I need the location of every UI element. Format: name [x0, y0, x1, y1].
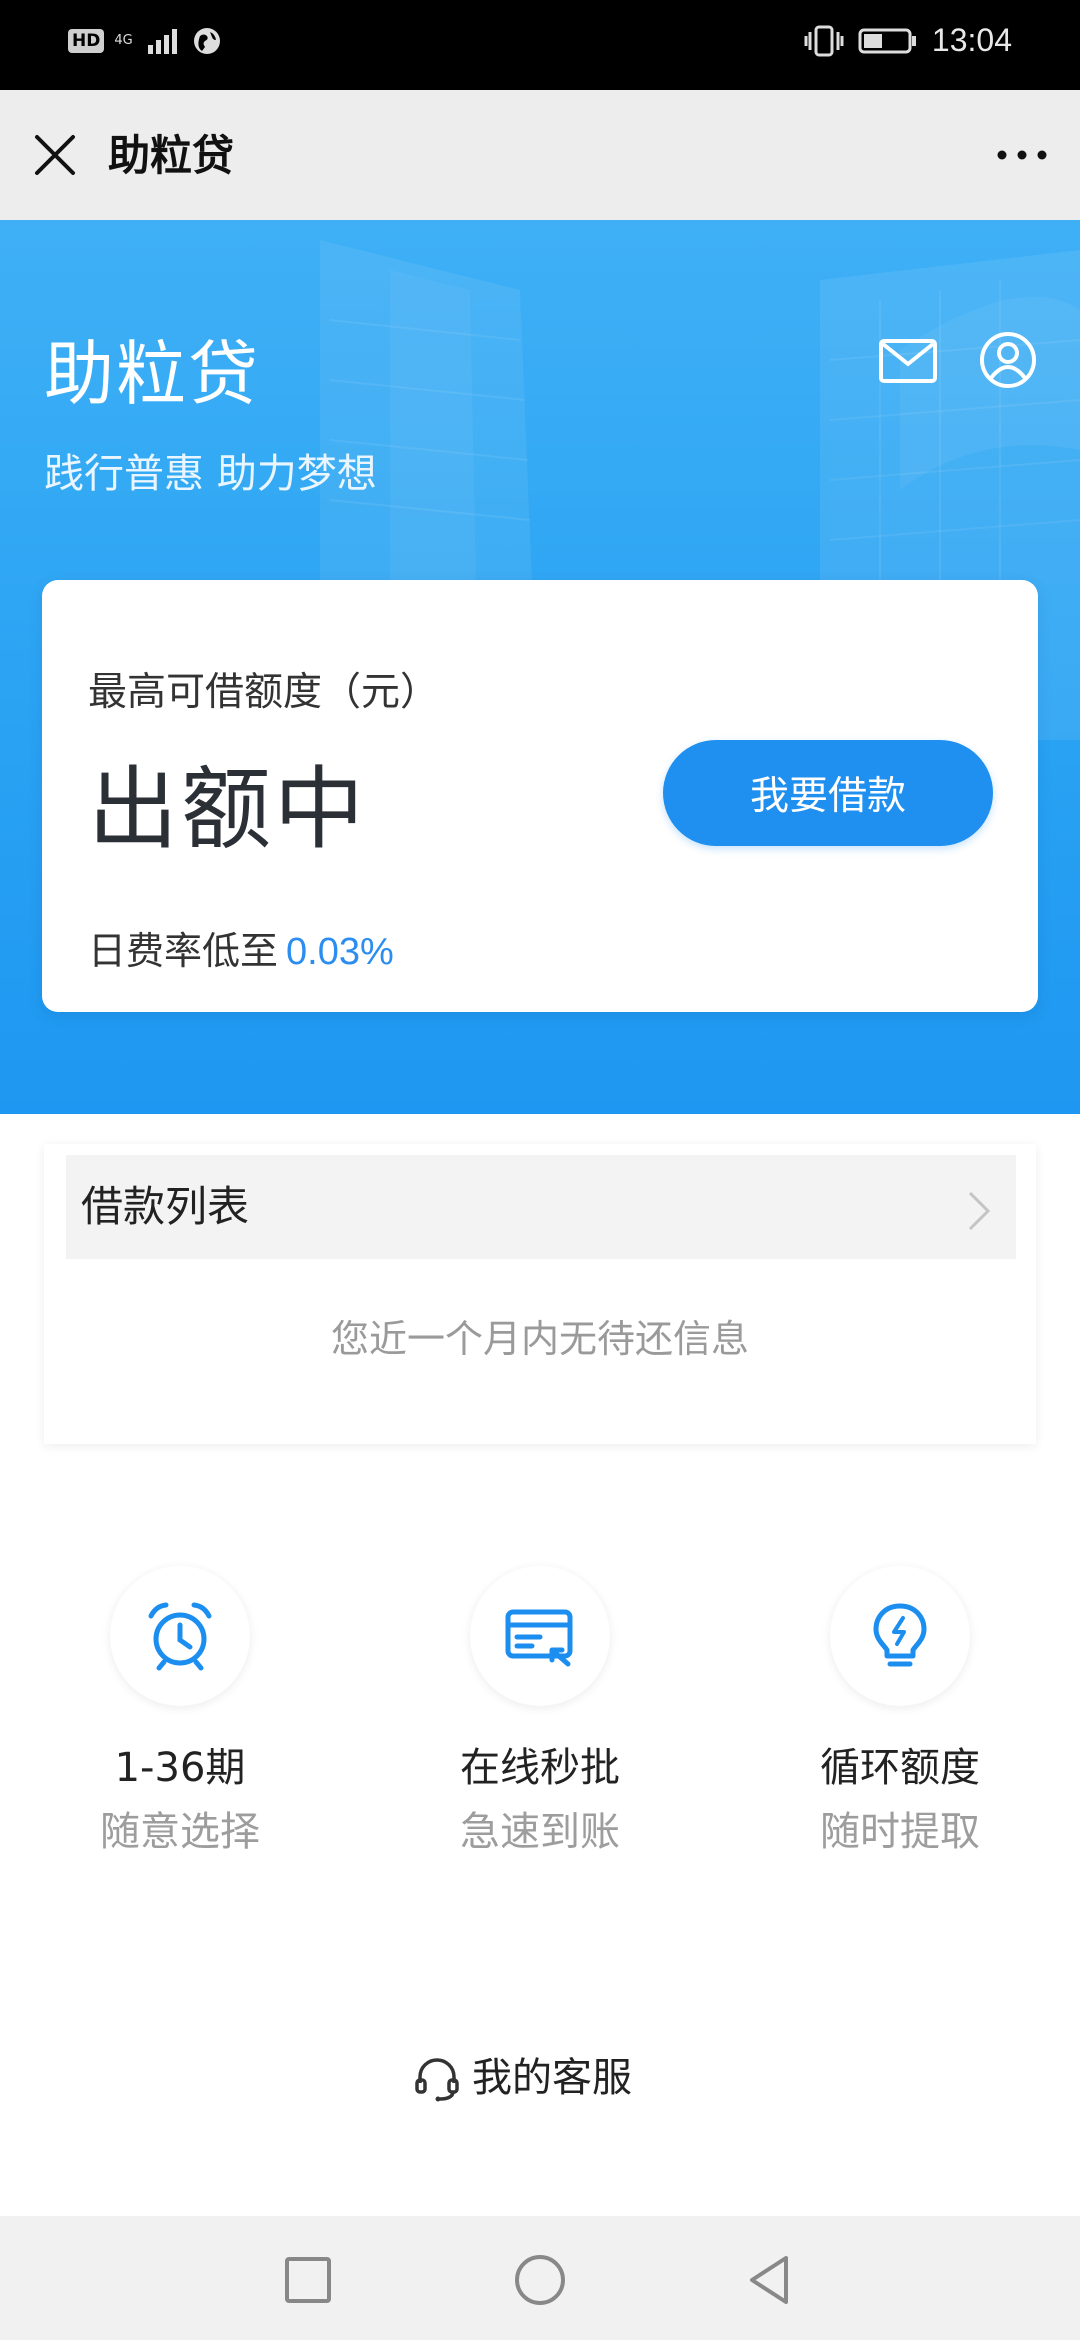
customer-service-button[interactable]: 我的客服: [412, 2048, 632, 2108]
hd-badge: HD: [68, 29, 105, 53]
feature-revolving-credit: 循环额度 随时提取: [740, 1566, 1060, 1866]
status-bar: HD 4G 13:04: [0, 0, 1080, 90]
close-button[interactable]: [30, 130, 80, 180]
network-type: 4G: [114, 33, 133, 48]
feature-icon-circle: [470, 1566, 610, 1706]
loan-list-title: 借款列表: [81, 1182, 250, 1231]
feature-description: 随意选择: [100, 1809, 260, 1855]
battery-icon: [858, 28, 916, 53]
feature-icon-circle: [830, 1566, 970, 1706]
loan-list-empty-message: 您近一个月内无待还信息: [330, 1317, 749, 1361]
circle-icon: [515, 2255, 565, 2305]
lightbulb-icon: [873, 1603, 927, 1667]
chevron-right-icon: [968, 1191, 991, 1231]
loan-list-header[interactable]: 借款列表: [66, 1155, 1016, 1259]
headset-icon: [415, 2058, 459, 2102]
mail-icon: [879, 339, 937, 383]
feature-title: 1-36期: [114, 1745, 246, 1791]
profile-button[interactable]: [978, 330, 1038, 390]
daily-rate-value: 0.03%: [286, 931, 394, 973]
more-dots-icon: [997, 150, 1047, 160]
back-button[interactable]: [740, 2250, 800, 2310]
hero-subtitle: 践行普惠 助力梦想: [44, 451, 377, 497]
signal-icon: [148, 29, 178, 54]
globe-icon: [194, 28, 221, 54]
system-navigation-bar: [0, 2216, 1080, 2340]
daily-rate-row: 日费率低至 0.03%: [88, 926, 394, 977]
status-time: 13:04: [931, 22, 1012, 58]
title-bar: 助粒贷: [0, 90, 1080, 220]
status-left: HD 4G: [68, 26, 222, 56]
feature-title: 在线秒批: [460, 1745, 620, 1791]
alarm-clock-icon: [148, 1602, 212, 1671]
feature-description: 急速到账: [460, 1809, 620, 1855]
more-options-button[interactable]: [992, 130, 1052, 180]
feature-online-approval: 在线秒批 急速到账: [380, 1566, 700, 1866]
close-icon: [35, 135, 75, 175]
triangle-back-icon: [750, 2256, 788, 2304]
home-button[interactable]: [510, 2250, 570, 2310]
status-right: 13:04: [804, 22, 1012, 59]
square-icon: [285, 2257, 331, 2303]
customer-service-label: 我的客服: [472, 2055, 632, 2101]
borrow-button[interactable]: 我要借款: [663, 740, 993, 846]
card-approval-icon: [505, 1609, 573, 1667]
hero-banner: 助粒贷 践行普惠 助力梦想 最高可借额度（元） 出额中 我要借款 日费率低至 0.…: [0, 220, 1080, 1114]
feature-icon-circle: [110, 1566, 250, 1706]
feature-title: 循环额度: [820, 1745, 980, 1791]
feature-installments: 1-36期 随意选择: [20, 1566, 340, 1866]
daily-rate-label: 日费率低至: [88, 929, 279, 973]
loan-list-card: 借款列表 您近一个月内无待还信息: [44, 1144, 1036, 1444]
recent-apps-button[interactable]: [278, 2250, 338, 2310]
vibrate-icon: [804, 25, 844, 56]
user-icon: [980, 332, 1036, 388]
message-button[interactable]: [878, 336, 938, 386]
feature-description: 随时提取: [820, 1809, 980, 1855]
page-title: 助粒贷: [108, 131, 235, 180]
credit-limit-value: 出额中: [88, 757, 367, 862]
credit-limit-label: 最高可借额度（元）: [88, 670, 440, 715]
credit-limit-card: 最高可借额度（元） 出额中 我要借款 日费率低至 0.03%: [42, 580, 1038, 1012]
hero-title: 助粒贷: [44, 333, 260, 415]
